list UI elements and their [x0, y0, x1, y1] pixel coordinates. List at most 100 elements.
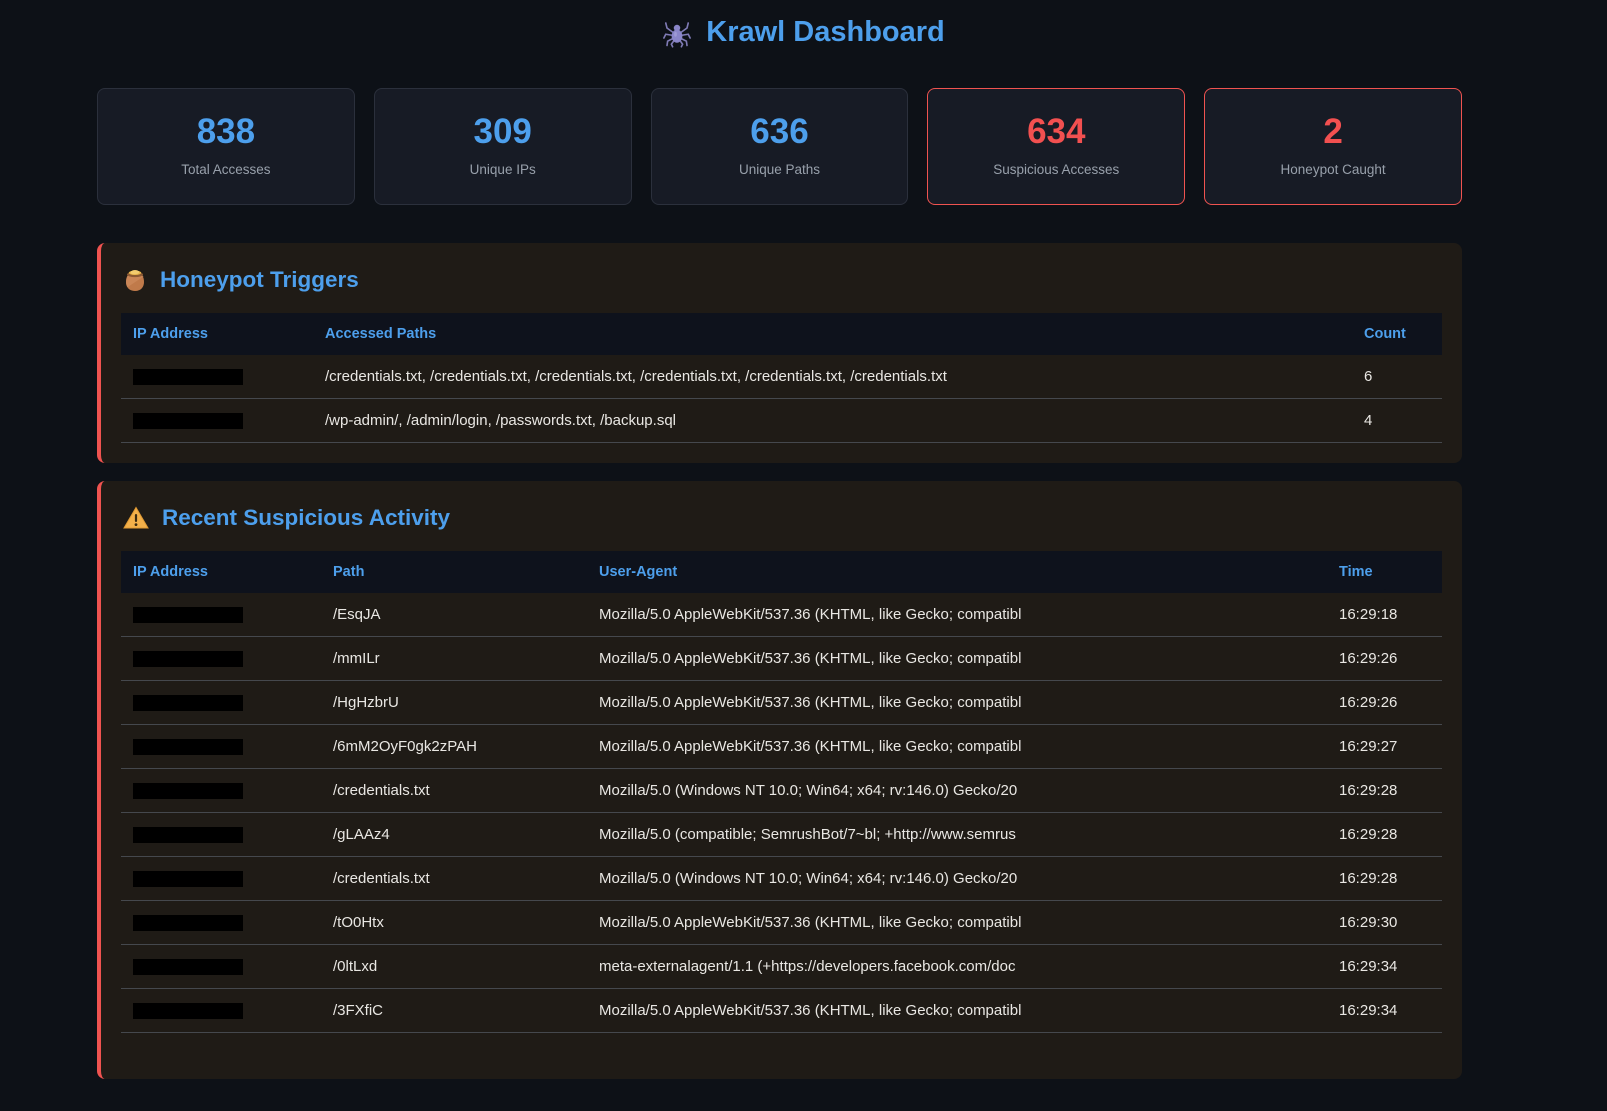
spider-icon: [662, 18, 692, 48]
path-cell: /gLAAz4: [321, 813, 587, 857]
dashboard-content: 838 Total Accesses 309 Unique IPs 636 Un…: [97, 88, 1462, 1079]
ip-address-cell: [121, 355, 313, 399]
ip-address-cell: [121, 637, 321, 681]
ip-address-cell: [121, 901, 321, 945]
stat-card: 636 Unique Paths: [651, 88, 909, 205]
activity-panel-title-text: Recent Suspicious Activity: [162, 505, 450, 531]
time-cell: 16:29:18: [1327, 593, 1442, 637]
user-agent-cell: Mozilla/5.0 AppleWebKit/537.36 (KHTML, l…: [587, 637, 1327, 681]
path-cell: /3FXfiC: [321, 989, 587, 1033]
time-cell: 16:29:28: [1327, 769, 1442, 813]
ip-address-cell: [121, 593, 321, 637]
user-agent-cell: Mozilla/5.0 AppleWebKit/537.36 (KHTML, l…: [587, 989, 1327, 1033]
redacted-ip-bar: [133, 1003, 243, 1019]
stat-card: 2 Honeypot Caught: [1204, 88, 1462, 205]
ip-address-cell: [121, 945, 321, 989]
time-cell: 16:29:26: [1327, 637, 1442, 681]
count-cell: 4: [1352, 399, 1442, 443]
column-header-ip-address: IP Address: [121, 313, 313, 355]
time-cell: 16:29:34: [1327, 989, 1442, 1033]
ip-address-cell: [121, 681, 321, 725]
activity-table-row: /EsqJA Mozilla/5.0 AppleWebKit/537.36 (K…: [121, 593, 1442, 637]
user-agent-cell: Mozilla/5.0 (Windows NT 10.0; Win64; x64…: [587, 857, 1327, 901]
redacted-ip-bar: [133, 413, 243, 429]
page-header: Krawl Dashboard: [0, 0, 1607, 49]
honeypot-table: IP Address Accessed Paths Count /credent…: [121, 313, 1442, 443]
column-header-user-agent: User-Agent: [587, 551, 1327, 593]
time-cell: 16:29:26: [1327, 681, 1442, 725]
ip-address-cell: [121, 769, 321, 813]
activity-table-row: /HgHzbrU Mozilla/5.0 AppleWebKit/537.36 …: [121, 681, 1442, 725]
redacted-ip-bar: [133, 871, 243, 887]
user-agent-cell: meta-externalagent/1.1 (+https://develop…: [587, 945, 1327, 989]
stat-label: Total Accesses: [106, 162, 346, 177]
honeypot-panel-title: Honeypot Triggers: [123, 267, 1442, 293]
honeypot-table-header-row: IP Address Accessed Paths Count: [121, 313, 1442, 355]
activity-table-row: /credentials.txt Mozilla/5.0 (Windows NT…: [121, 857, 1442, 901]
path-cell: /mmILr: [321, 637, 587, 681]
path-cell: /credentials.txt: [321, 769, 587, 813]
stats-row: 838 Total Accesses 309 Unique IPs 636 Un…: [97, 88, 1462, 205]
redacted-ip-bar: [133, 607, 243, 623]
redacted-ip-bar: [133, 783, 243, 799]
stat-value: 838: [106, 114, 346, 149]
page-title-text: Krawl Dashboard: [706, 16, 945, 49]
ip-address-cell: [121, 857, 321, 901]
path-cell: /tO0Htx: [321, 901, 587, 945]
stat-card: 634 Suspicious Accesses: [927, 88, 1185, 205]
time-cell: 16:29:27: [1327, 725, 1442, 769]
path-cell: /0ltLxd: [321, 945, 587, 989]
ip-address-cell: [121, 813, 321, 857]
accessed-paths-cell: /credentials.txt, /credentials.txt, /cre…: [313, 355, 1352, 399]
ip-address-cell: [121, 399, 313, 443]
column-header-ip-address: IP Address: [121, 551, 321, 593]
user-agent-cell: Mozilla/5.0 AppleWebKit/537.36 (KHTML, l…: [587, 901, 1327, 945]
ip-address-cell: [121, 725, 321, 769]
activity-panel-title: Recent Suspicious Activity: [123, 505, 1442, 531]
honeypot-panel-title-text: Honeypot Triggers: [160, 267, 359, 293]
redacted-ip-bar: [133, 915, 243, 931]
redacted-ip-bar: [133, 369, 243, 385]
activity-table-row: /3FXfiC Mozilla/5.0 AppleWebKit/537.36 (…: [121, 989, 1442, 1033]
column-header-time: Time: [1327, 551, 1442, 593]
activity-table-row: /gLAAz4 Mozilla/5.0 (compatible; Semrush…: [121, 813, 1442, 857]
redacted-ip-bar: [133, 739, 243, 755]
activity-table-row: /credentials.txt Mozilla/5.0 (Windows NT…: [121, 769, 1442, 813]
activity-table-row: /6mM2OyF0gk2zPAH Mozilla/5.0 AppleWebKit…: [121, 725, 1442, 769]
stat-label: Honeypot Caught: [1213, 162, 1453, 177]
stat-value: 309: [383, 114, 623, 149]
activity-table-header-row: IP Address Path User-Agent Time: [121, 551, 1442, 593]
warning-icon: [123, 506, 149, 530]
honeypot-table-row: /wp-admin/, /admin/login, /passwords.txt…: [121, 399, 1442, 443]
time-cell: 16:29:28: [1327, 813, 1442, 857]
stat-value: 2: [1213, 114, 1453, 149]
accessed-paths-cell: /wp-admin/, /admin/login, /passwords.txt…: [313, 399, 1352, 443]
path-cell: /EsqJA: [321, 593, 587, 637]
column-header-path: Path: [321, 551, 587, 593]
stat-label: Unique Paths: [660, 162, 900, 177]
stat-label: Unique IPs: [383, 162, 623, 177]
user-agent-cell: Mozilla/5.0 (Windows NT 10.0; Win64; x64…: [587, 769, 1327, 813]
column-header-accessed-paths: Accessed Paths: [313, 313, 1352, 355]
stat-card: 838 Total Accesses: [97, 88, 355, 205]
user-agent-cell: Mozilla/5.0 AppleWebKit/537.36 (KHTML, l…: [587, 681, 1327, 725]
time-cell: 16:29:34: [1327, 945, 1442, 989]
activity-table-row: /tO0Htx Mozilla/5.0 AppleWebKit/537.36 (…: [121, 901, 1442, 945]
stat-value: 636: [660, 114, 900, 149]
path-cell: /6mM2OyF0gk2zPAH: [321, 725, 587, 769]
redacted-ip-bar: [133, 827, 243, 843]
count-cell: 6: [1352, 355, 1442, 399]
user-agent-cell: Mozilla/5.0 (compatible; SemrushBot/7~bl…: [587, 813, 1327, 857]
redacted-ip-bar: [133, 959, 243, 975]
honeypot-table-row: /credentials.txt, /credentials.txt, /cre…: [121, 355, 1442, 399]
suspicious-activity-table: IP Address Path User-Agent Time /EsqJA M…: [121, 551, 1442, 1033]
redacted-ip-bar: [133, 695, 243, 711]
activity-table-row: /mmILr Mozilla/5.0 AppleWebKit/537.36 (K…: [121, 637, 1442, 681]
activity-table-row: /0ltLxd meta-externalagent/1.1 (+https:/…: [121, 945, 1442, 989]
time-cell: 16:29:28: [1327, 857, 1442, 901]
path-cell: /credentials.txt: [321, 857, 587, 901]
stat-value: 634: [936, 114, 1176, 149]
stat-label: Suspicious Accesses: [936, 162, 1176, 177]
honeypot-icon: [123, 267, 147, 293]
user-agent-cell: Mozilla/5.0 AppleWebKit/537.36 (KHTML, l…: [587, 725, 1327, 769]
